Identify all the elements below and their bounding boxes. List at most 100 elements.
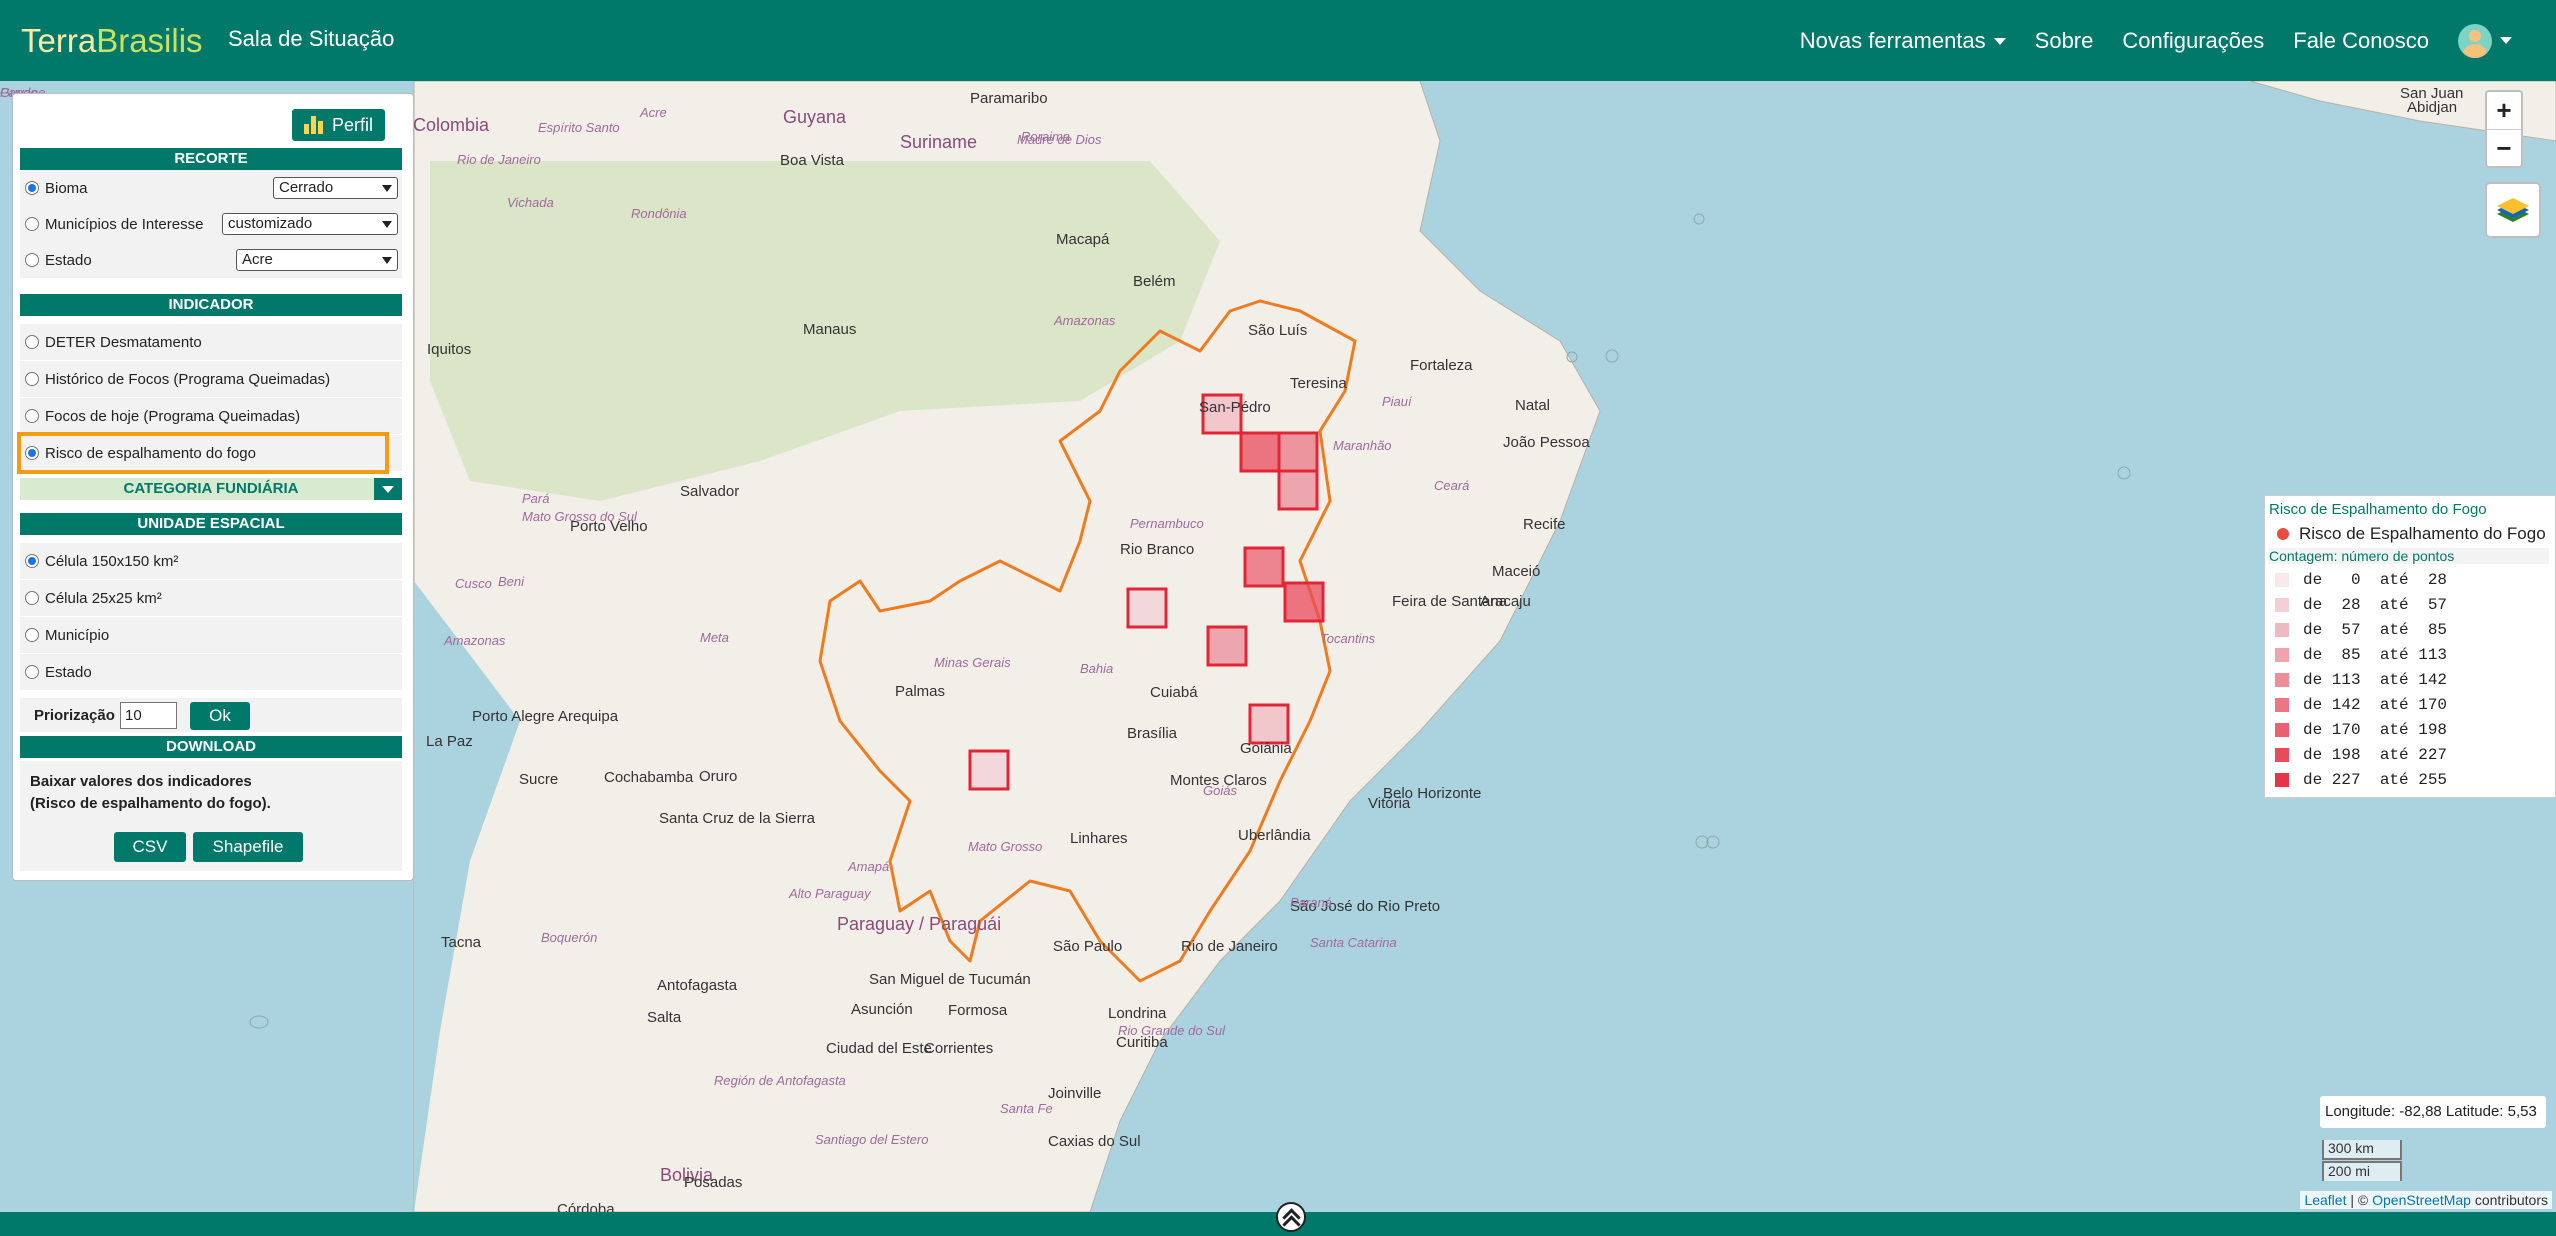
indicador-option[interactable]: Histórico de Focos (Programa Queimadas)	[20, 361, 402, 397]
unidade-radio[interactable]	[25, 665, 39, 679]
legend-swatch	[2275, 773, 2289, 787]
unidade-option[interactable]: Célula 25x25 km²	[20, 580, 402, 616]
recorte-header: RECORTE	[20, 148, 402, 170]
map-label-city: Cochabamba	[604, 769, 694, 786]
chevron-down-icon	[2500, 37, 2512, 44]
legend-range-row: de 142 até 170	[2275, 696, 2447, 714]
coordinates-readout: Longitude: -82,88 Latitude: 5,53	[2320, 1096, 2546, 1128]
map-label-city: San-Pédro	[1199, 399, 1271, 416]
priorizacao-input[interactable]: 10	[120, 702, 177, 729]
perfil-button[interactable]: Perfil	[291, 109, 385, 141]
map-label-city: Arequipa	[558, 708, 619, 725]
legend-swatch	[2275, 748, 2289, 762]
legend-range-text: de 198 até 227	[2303, 746, 2448, 764]
unidade-radio[interactable]	[25, 554, 39, 568]
map-label-city: Posadas	[684, 1174, 743, 1191]
map-label-state: Alto Paraguay	[789, 886, 871, 901]
unidade-option[interactable]: Município	[20, 617, 402, 653]
map-label-country: Guyana	[783, 107, 847, 127]
download-text: Baixar valores dos indicadores (Risco de…	[30, 771, 271, 815]
risk-cell	[1277, 431, 1319, 473]
layers-button[interactable]	[2485, 182, 2541, 238]
osm-link[interactable]: OpenStreetMap	[2372, 1192, 2471, 1208]
map-label-state: Amazonas	[444, 633, 506, 648]
map-attribution: Leaflet | © OpenStreetMap contributors	[2300, 1191, 2552, 1209]
zoom-out-button[interactable]: −	[2487, 129, 2521, 166]
control-panel: Perfil RECORTE Bioma Cerrado Municípios …	[12, 93, 414, 881]
bioma-select[interactable]: Cerrado	[273, 177, 398, 199]
indicador-radio[interactable]	[25, 372, 39, 386]
estado-radio[interactable]	[25, 253, 39, 267]
map-label-country: Suriname	[900, 132, 978, 152]
estado-select[interactable]: Acre	[236, 249, 398, 271]
leaflet-link[interactable]: Leaflet	[2304, 1192, 2346, 1208]
page-title[interactable]: Sala de Situação	[228, 26, 394, 52]
municipios-label: Municípios de Interesse	[45, 215, 204, 233]
user-menu[interactable]	[2458, 23, 2512, 58]
nav-tools-label: Novas ferramentas	[1799, 27, 1986, 53]
map-label-city: Palmas	[895, 683, 946, 700]
recorte-bioma-row[interactable]: Bioma Cerrado	[20, 170, 402, 206]
categoria-fundiaria-bar[interactable]: CATEGORIA FUNDIÁRIA	[20, 478, 402, 500]
map-label-city: Santa Cruz de la Sierra	[659, 810, 815, 827]
map-label-state: Rio de Janeiro	[457, 152, 541, 167]
attribution-sep: | ©	[2346, 1192, 2373, 1208]
map-label-city: Brasília	[1127, 725, 1178, 742]
legend-range-row: de 85 até 113	[2275, 646, 2447, 664]
ok-button[interactable]: Ok	[190, 702, 250, 730]
map-label-city: João Pessoa	[1503, 434, 1590, 451]
map-label-city: Rio Branco	[1120, 541, 1195, 558]
brand-part1: Terra	[21, 22, 97, 59]
nav-settings-link[interactable]: Configurações	[2122, 28, 2264, 54]
recorte-estado-row[interactable]: Estado Acre	[20, 242, 402, 278]
map-label-state: Pernambuco	[1130, 516, 1204, 531]
unidade-radio[interactable]	[25, 628, 39, 642]
legend-range-row: de 113 até 142	[2275, 671, 2447, 689]
categoria-label: CATEGORIA FUNDIÁRIA	[123, 480, 299, 497]
estado-label: Estado	[45, 251, 92, 269]
chevron-up-icon[interactable]	[1276, 1202, 1306, 1232]
legend-swatch	[2275, 723, 2289, 737]
map-label-state: Vichada	[507, 195, 554, 210]
map-label-city: Manaus	[803, 321, 857, 338]
zoom-in-button[interactable]: +	[2487, 92, 2521, 129]
map-label-state: Meta	[700, 630, 729, 645]
nav-contact-link[interactable]: Fale Conosco	[2293, 28, 2429, 54]
map-label-city: Caxias do Sul	[1048, 1133, 1141, 1150]
recorte-municipios-row[interactable]: Municípios de Interesse customizado	[20, 206, 402, 242]
map-label-city: Feira de Santana	[1392, 593, 1508, 610]
unidade-label: Célula 25x25 km²	[45, 589, 162, 607]
perfil-label: Perfil	[331, 115, 373, 135]
legend-swatch	[2275, 698, 2289, 712]
nav-about-link[interactable]: Sobre	[2035, 28, 2094, 54]
map-label-state: Minas Gerais	[934, 655, 1011, 670]
unidade-radio[interactable]	[25, 591, 39, 605]
brand-logo[interactable]: TerraBrasilis	[21, 22, 203, 60]
map-label-city: Porto Alegre	[472, 708, 555, 725]
top-navbar: TerraBrasilis Sala de Situação Novas fer…	[0, 0, 2556, 81]
indicador-radio[interactable]	[25, 409, 39, 423]
indicador-option[interactable]: Focos de hoje (Programa Queimadas)	[20, 398, 402, 434]
municipios-select[interactable]: customizado	[222, 213, 398, 235]
map-label-city: Sucre	[519, 771, 559, 788]
unidade-option-selected[interactable]: Célula 150x150 km²	[20, 543, 402, 579]
map-label-city: Corrientes	[924, 1040, 994, 1057]
nav-tools-dropdown[interactable]: Novas ferramentas	[1800, 28, 2006, 54]
shapefile-button[interactable]: Shapefile	[193, 832, 303, 862]
legend-range-row: de 198 até 227	[2275, 746, 2447, 764]
csv-button[interactable]: CSV	[114, 832, 186, 862]
unidade-option[interactable]: Estado	[20, 654, 402, 690]
indicador-option[interactable]: DETER Desmatamento	[20, 324, 402, 360]
bioma-radio[interactable]	[25, 181, 39, 195]
legend-range-row: de 57 até 85	[2275, 621, 2447, 639]
map-label-state: Goiás	[1203, 783, 1237, 798]
chevron-down-icon[interactable]	[374, 478, 402, 500]
legend-swatch	[2275, 623, 2289, 637]
indicador-radio[interactable]	[25, 335, 39, 349]
legend-range-text: de 113 até 142	[2303, 671, 2448, 689]
legend-range-text: de 57 até 85	[2303, 621, 2448, 639]
unidade-header: UNIDADE ESPACIAL	[20, 513, 402, 535]
island	[1693, 213, 1705, 225]
map-label-state: Paraná	[1290, 895, 1332, 910]
municipios-radio[interactable]	[25, 217, 39, 231]
